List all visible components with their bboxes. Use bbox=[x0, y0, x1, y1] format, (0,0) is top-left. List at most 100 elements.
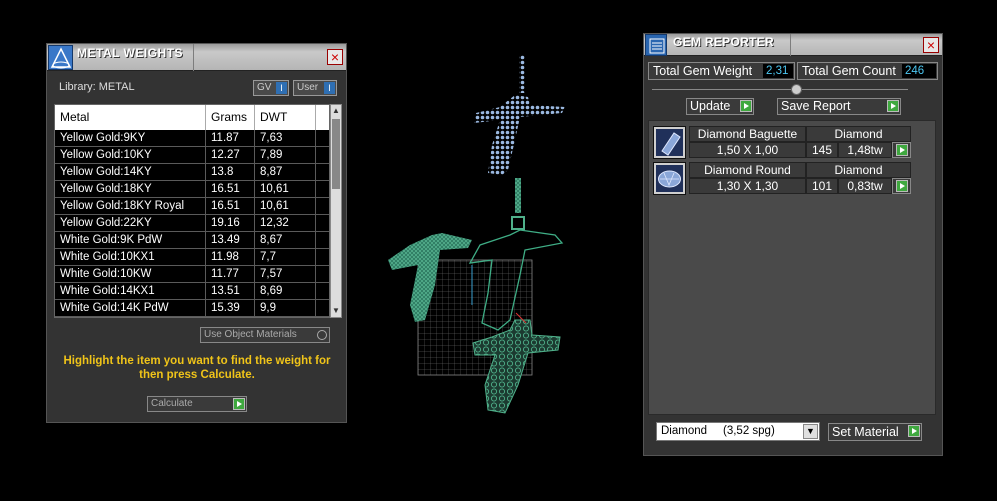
table-row[interactable]: White Gold:10KX1 11.98 7,7 bbox=[55, 249, 329, 266]
cell-dwt: 12,32 bbox=[255, 215, 316, 231]
cell-metal: White Gold:9K PdW bbox=[55, 232, 206, 248]
total-gem-count-value: 246 bbox=[902, 64, 936, 78]
cell-dwt: 10,61 bbox=[255, 181, 316, 197]
cell-metal: Yellow Gold:9KY bbox=[55, 130, 206, 146]
metal-weights-titlebar[interactable]: METAL WEIGHTS × bbox=[47, 44, 346, 71]
column-header-metal[interactable]: Metal bbox=[55, 105, 206, 130]
total-gem-count-label: Total Gem Count bbox=[802, 64, 896, 78]
table-row[interactable]: Yellow Gold:18KY Royal 16.51 10,61 bbox=[55, 198, 329, 215]
toggle-icon: I bbox=[276, 82, 287, 94]
cell-grams: 11.98 bbox=[206, 249, 255, 265]
cell-dwt: 7,7 bbox=[255, 249, 316, 265]
cell-grams: 13.51 bbox=[206, 283, 255, 299]
column-header-grams[interactable]: Grams bbox=[206, 105, 255, 130]
metal-table-scrollbar[interactable]: ▲ ▼ bbox=[330, 104, 342, 318]
gem-detail-button[interactable] bbox=[892, 142, 911, 158]
set-material-label: Set Material bbox=[832, 425, 899, 439]
total-gem-weight-label: Total Gem Weight bbox=[653, 64, 753, 78]
titlebar-separator bbox=[790, 34, 791, 56]
gem-material: Diamond bbox=[806, 126, 911, 142]
titlebar-separator bbox=[193, 44, 194, 71]
table-row[interactable]: Yellow Gold:9KY 11.87 7,63 bbox=[55, 130, 329, 147]
cell-metal: Yellow Gold:14KY bbox=[55, 164, 206, 180]
gv-toggle-label: GV bbox=[257, 82, 272, 93]
cell-grams: 11.77 bbox=[206, 266, 255, 282]
cell-dwt: 7,57 bbox=[255, 266, 316, 282]
total-gem-weight-field: Total Gem Weight 2,31 bbox=[648, 62, 795, 80]
3d-viewport[interactable] bbox=[370, 45, 600, 425]
close-icon[interactable]: × bbox=[923, 37, 939, 53]
set-material-button[interactable]: Set Material bbox=[828, 423, 922, 441]
list-item[interactable]: Diamond Baguette Diamond 1,50 X 1,00 145… bbox=[653, 126, 913, 160]
gem-weight: 0,83tw bbox=[838, 178, 892, 194]
scroll-down-icon[interactable]: ▼ bbox=[331, 305, 341, 317]
cell-dwt: 9,9 bbox=[255, 300, 316, 316]
save-report-button[interactable]: Save Report bbox=[777, 98, 901, 115]
toggle-icon: I bbox=[324, 82, 335, 94]
use-object-materials-label: Use Object Materials bbox=[204, 329, 297, 340]
play-arrow-icon bbox=[887, 100, 899, 112]
list-item[interactable]: Diamond Round Diamond 1,30 X 1,30 101 0,… bbox=[653, 162, 913, 196]
gem-reporter-titlebar[interactable]: GEM REPORTER × bbox=[644, 34, 942, 56]
close-icon[interactable]: × bbox=[327, 49, 343, 65]
column-header-dwt[interactable]: DWT bbox=[255, 105, 316, 130]
total-gem-weight-value: 2,31 bbox=[763, 64, 793, 78]
splitter-slider[interactable] bbox=[652, 84, 908, 95]
table-row[interactable]: Yellow Gold:22KY 19.16 12,32 bbox=[55, 215, 329, 232]
gv-toggle[interactable]: GV I bbox=[253, 80, 289, 96]
table-row[interactable]: White Gold:14KX1 13.51 8,69 bbox=[55, 283, 329, 300]
cell-dwt: 8,69 bbox=[255, 283, 316, 299]
play-arrow-icon bbox=[233, 398, 245, 410]
table-row[interactable]: Yellow Gold:10KY 12.27 7,89 bbox=[55, 147, 329, 164]
gem-reporter-panel: GEM REPORTER × Total Gem Weight 2,31 Tot… bbox=[643, 33, 943, 456]
table-row[interactable]: White Gold:9K PdW 13.49 8,67 bbox=[55, 232, 329, 249]
metal-weights-panel: METAL WEIGHTS × Library: METAL GV I User I… bbox=[46, 43, 347, 423]
table-row[interactable]: White Gold:14K PdW 15.39 9,9 bbox=[55, 300, 329, 317]
metal-table-body: Yellow Gold:9KY 11.87 7,63 Yellow Gold:10K… bbox=[55, 130, 329, 317]
update-label: Update bbox=[690, 99, 731, 113]
library-label: Library: METAL bbox=[59, 81, 135, 93]
cell-metal: White Gold:10KX1 bbox=[55, 249, 206, 265]
gem-material: Diamond bbox=[806, 162, 911, 178]
scroll-up-icon[interactable]: ▲ bbox=[331, 105, 341, 117]
gem-weight: 1,48tw bbox=[838, 142, 892, 158]
cell-grams: 11.87 bbox=[206, 130, 255, 146]
material-select-value: Diamond (3,52 spg) bbox=[661, 425, 775, 437]
material-select[interactable]: Diamond (3,52 spg) ▼ bbox=[656, 422, 820, 441]
cell-grams: 16.51 bbox=[206, 181, 255, 197]
table-row[interactable]: White Gold:10KW 11.77 7,57 bbox=[55, 266, 329, 283]
user-toggle[interactable]: User I bbox=[293, 80, 337, 96]
chevron-down-icon[interactable]: ▼ bbox=[803, 424, 818, 439]
calculate-label: Calculate bbox=[151, 398, 193, 409]
gem-name: Diamond Round bbox=[689, 162, 806, 178]
cell-dwt: 8,67 bbox=[255, 232, 316, 248]
scrollbar-thumb[interactable] bbox=[332, 119, 340, 189]
use-object-materials-toggle[interactable]: Use Object Materials bbox=[200, 327, 330, 343]
save-report-label: Save Report bbox=[781, 99, 851, 113]
cell-dwt: 10,61 bbox=[255, 198, 316, 214]
table-row[interactable]: Yellow Gold:14KY 13.8 8,87 bbox=[55, 164, 329, 181]
update-button[interactable]: Update bbox=[686, 98, 754, 115]
gem-reporter-app-icon bbox=[645, 34, 667, 56]
metal-weights-title: METAL WEIGHTS bbox=[77, 46, 184, 60]
play-arrow-icon bbox=[740, 100, 752, 112]
play-arrow-icon bbox=[896, 180, 908, 192]
cell-metal: White Gold:14K PdW bbox=[55, 300, 206, 316]
cell-metal: Yellow Gold:22KY bbox=[55, 215, 206, 231]
table-row[interactable]: Yellow Gold:18KY 16.51 10,61 bbox=[55, 181, 329, 198]
total-gem-count-field: Total Gem Count 246 bbox=[797, 62, 938, 80]
user-toggle-label: User bbox=[297, 82, 319, 93]
gem-size: 1,30 X 1,30 bbox=[689, 178, 806, 194]
cell-grams: 12.27 bbox=[206, 147, 255, 163]
cell-metal: White Gold:14KX1 bbox=[55, 283, 206, 299]
metal-table: Metal Grams DWT Yellow Gold:9KY 11.87 7,63… bbox=[54, 104, 330, 318]
cell-dwt: 7,89 bbox=[255, 147, 316, 163]
radio-icon bbox=[317, 330, 327, 340]
metal-weights-app-icon bbox=[48, 45, 73, 70]
gem-detail-button[interactable] bbox=[892, 178, 911, 194]
slider-knob[interactable] bbox=[791, 84, 802, 95]
cell-grams: 19.16 bbox=[206, 215, 255, 231]
gem-list: Diamond Baguette Diamond 1,50 X 1,00 145… bbox=[648, 120, 936, 415]
calculate-button[interactable]: Calculate bbox=[147, 396, 247, 412]
baguette-gem-icon bbox=[653, 126, 686, 159]
